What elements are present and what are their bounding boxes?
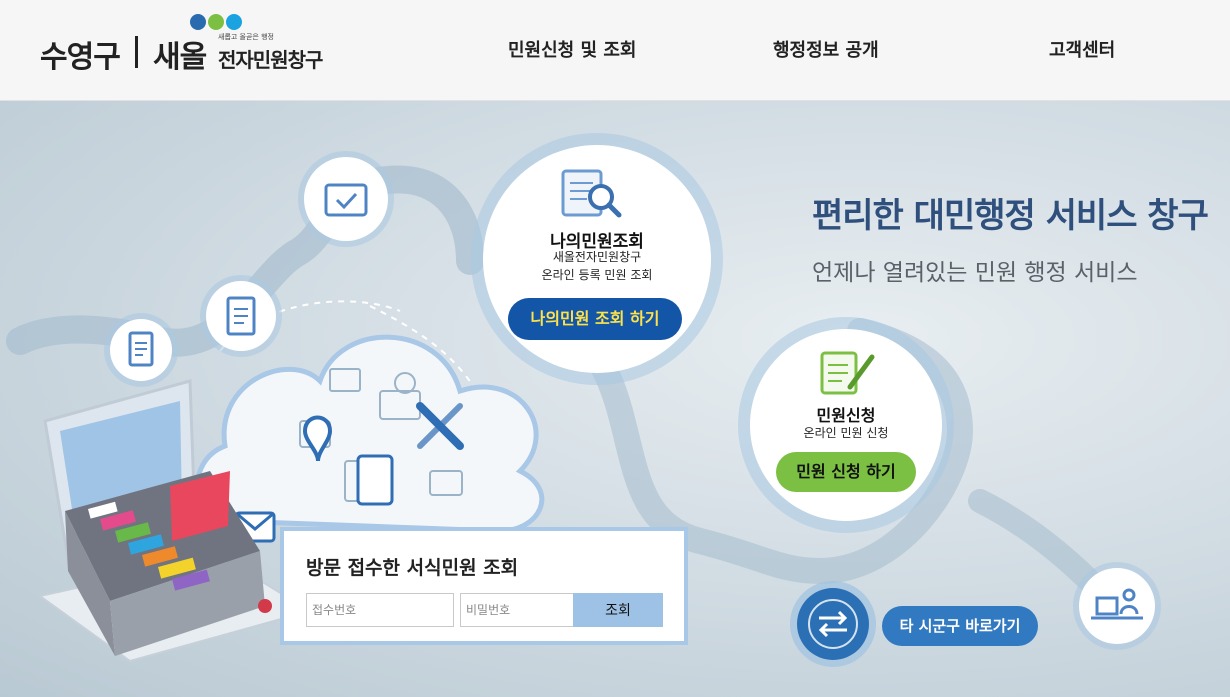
- application-button[interactable]: 민원 신청 하기: [776, 452, 916, 492]
- application-title: 민원신청: [816, 406, 876, 425]
- desk-person-icon: [1079, 568, 1155, 644]
- my-inquiry-desc2: 온라인 등록 민원 조회: [541, 268, 653, 282]
- logo-brand: 새올: [153, 40, 207, 75]
- clipboard-icon: [206, 281, 276, 351]
- certificate-pen-icon: [820, 351, 875, 395]
- my-inquiry-button[interactable]: 나의민원 조회 하기: [508, 298, 682, 340]
- search-document-icon: [561, 169, 622, 218]
- my-inquiry-desc1: 새올전자민원창구: [552, 250, 642, 264]
- logo-district: 수영구: [40, 40, 121, 75]
- hero-headline: 편리한 대민행정 서비스 창구: [812, 196, 1209, 236]
- logo-divider: [135, 36, 138, 68]
- nav-admin-info[interactable]: 행정정보 공개: [773, 36, 879, 62]
- logo-dots-icon: [190, 14, 242, 30]
- other-district-button[interactable]: 타 시군구 바로가기: [882, 606, 1038, 646]
- site-header: 수영구 새올 새롭고 올곧은 행정 전자민원창구 민원신청 및 조회 행정정보 …: [0, 0, 1230, 101]
- arrows-icon[interactable]: [797, 588, 869, 660]
- visit-query-button[interactable]: 조회: [573, 593, 663, 627]
- folder-check-icon: [304, 157, 388, 241]
- logo-service-name: 전자민원창구: [218, 48, 323, 72]
- hero-banner: 편리한 대민행정 서비스 창구 언제나 열려있는 민원 행정 서비스 나의민원조…: [0, 101, 1230, 697]
- hero-subline: 언제나 열려있는 민원 행정 서비스: [812, 260, 1138, 286]
- visit-query-box: 방문 접수한 서식민원 조회 조회: [280, 527, 688, 645]
- application-panel: 민원신청 온라인 민원 신청: [750, 329, 942, 521]
- document-icon: [110, 319, 172, 381]
- visit-query-title: 방문 접수한 서식민원 조회: [306, 557, 519, 579]
- receipt-number-input[interactable]: [306, 593, 454, 627]
- nav-customer-center[interactable]: 고객센터: [1049, 36, 1115, 62]
- logo-tagline: 새롭고 올곧은 행정: [218, 33, 274, 41]
- application-desc: 온라인 민원 신청: [803, 426, 889, 440]
- nav-apply-inquiry[interactable]: 민원신청 및 조회: [508, 36, 636, 62]
